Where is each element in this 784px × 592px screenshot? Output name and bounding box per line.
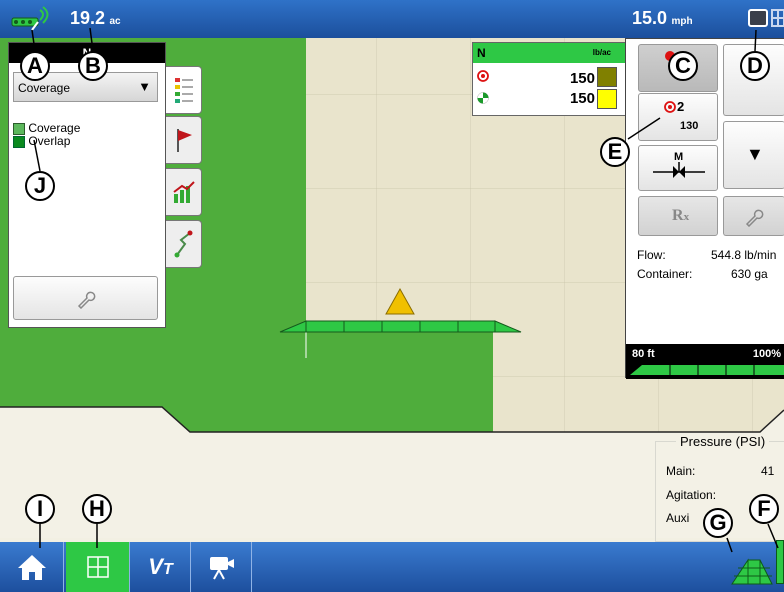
callout-leaders [31, 27, 779, 553]
